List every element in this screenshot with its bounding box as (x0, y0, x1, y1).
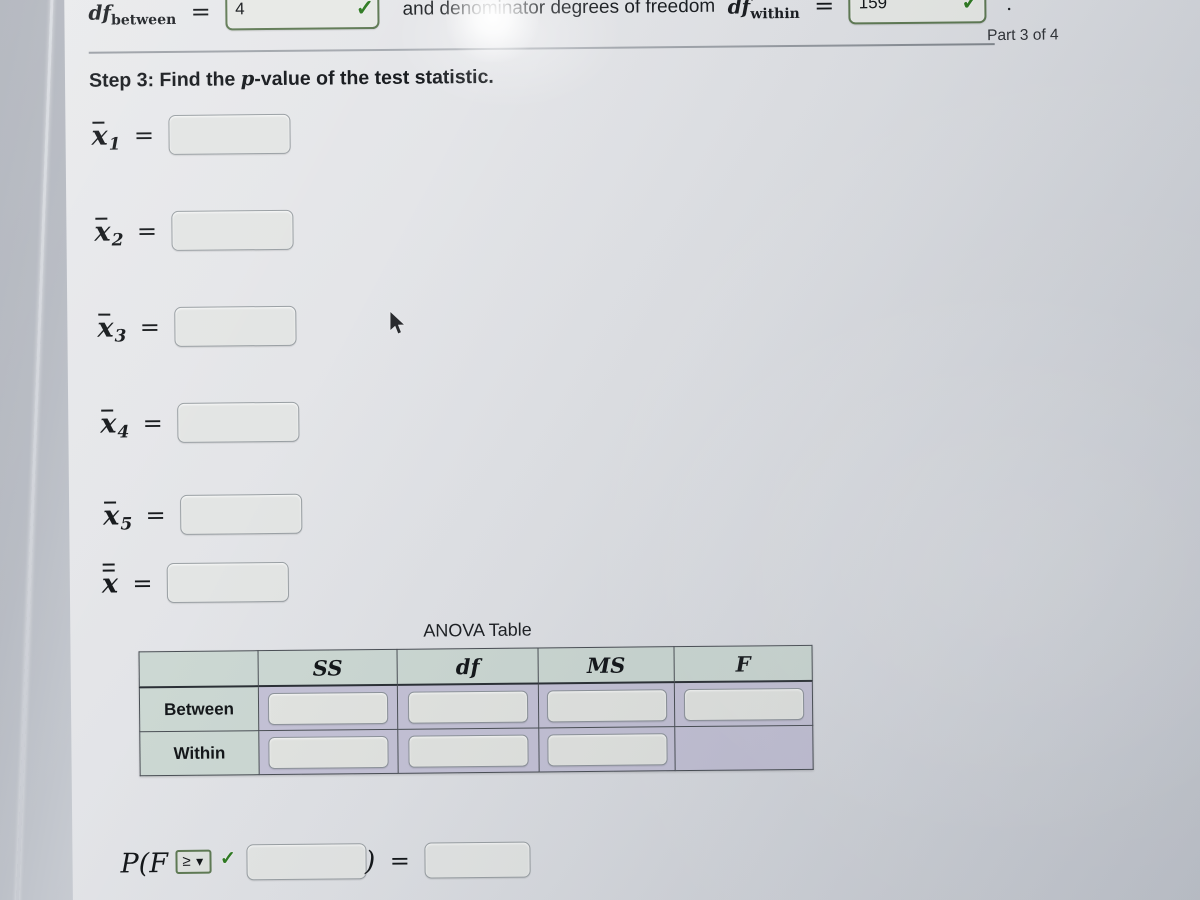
p-value-equals: = (389, 846, 411, 875)
grand-mean-row: x = (102, 561, 290, 604)
anova-input-within-ms[interactable] (546, 732, 668, 766)
mean-input-5[interactable] (179, 493, 303, 535)
table-row: Between (139, 680, 813, 732)
anova-table-body: Between Within (139, 680, 814, 776)
anova-input-between-ms[interactable] (546, 688, 667, 722)
anova-cell-within-ss (258, 729, 399, 775)
part-progress-label: Part 3 of 4 (987, 26, 1059, 45)
comparator-value: ≥ (182, 852, 191, 870)
grand-mean-symbol: x (102, 563, 118, 599)
mean-symbol-1: x1 (91, 120, 121, 155)
screen-surface: dfbetween = 4 ✓ and denominator degrees … (64, 0, 1200, 900)
page-content: dfbetween = 4 ✓ and denominator degrees … (64, 0, 1200, 900)
anova-cell-between-f (674, 680, 813, 727)
mean-row-5: x5 = (103, 493, 303, 536)
section-divider (88, 43, 995, 54)
mean-input-4[interactable] (177, 401, 300, 443)
anova-table-title: ANOVA Table (423, 619, 532, 641)
mean-symbol-5: x5 (103, 499, 133, 534)
anova-cell-between-df (397, 683, 539, 730)
df-between-symbol: dfbetween (88, 0, 177, 29)
anova-cell-within-f-empty (674, 725, 814, 771)
chevron-down-icon: ▼ (193, 854, 206, 869)
anova-input-between-df[interactable] (407, 690, 529, 724)
table-row: Within (139, 725, 814, 776)
mean-input-3[interactable] (174, 305, 297, 347)
screen-photo: dfbetween = 4 ✓ and denominator degrees … (0, 0, 1200, 900)
anova-row-label-within: Within (139, 730, 260, 776)
anova-input-between-ss[interactable] (267, 691, 389, 725)
mean-input-2[interactable] (171, 209, 294, 251)
anova-input-between-f[interactable] (683, 687, 804, 721)
mean-row-3: x3 = (97, 305, 297, 348)
step-title-prefix: Step 3: Find the (88, 68, 241, 92)
step-title-italic: p (240, 67, 255, 91)
mean-equals-2: = (136, 217, 158, 246)
mean-equals-3: = (139, 313, 161, 342)
anova-corner-header (139, 650, 259, 688)
mean-equals-4: = (142, 409, 163, 438)
mean-symbol-4: x4 (100, 408, 130, 443)
anova-header-ms: MS (537, 646, 675, 684)
mean-equals-5: = (145, 501, 166, 530)
anova-table: SS df MS F Between Within (139, 645, 814, 776)
mean-equals-1: = (133, 121, 155, 150)
anova-table-section: ANOVA Table SS df MS F Between Within (139, 620, 814, 776)
comparator-select[interactable]: ≥ ▼ (175, 849, 212, 874)
denominator-text: and denominator degrees of freedom (402, 0, 716, 20)
anova-cell-within-df (397, 727, 540, 774)
df-within-symbol: dfwithin (727, 0, 800, 23)
anova-header-df: df (396, 647, 539, 685)
p-value-statistic-input[interactable] (246, 843, 367, 881)
df-within-equals: = (814, 0, 835, 20)
anova-header-ss: SS (258, 649, 398, 687)
anova-header-f: F (673, 645, 813, 683)
p-value-prefix: P(F (120, 847, 169, 879)
df-between-check-icon: ✓ (355, 0, 375, 21)
step-title: Step 3: Find the p-value of the test sta… (89, 65, 494, 93)
grand-mean-equals: = (132, 569, 153, 598)
comparator-check-icon: ✓ (219, 848, 236, 870)
df-within-check-icon: ✓ (961, 0, 980, 15)
df-within-input-value: 159 (858, 0, 888, 13)
p-value-result-input[interactable] (424, 841, 531, 879)
mean-row-1: x1 = (91, 113, 291, 156)
mean-input-1[interactable] (168, 113, 291, 156)
anova-input-within-ss[interactable] (268, 735, 389, 769)
trailing-period: . (1005, 0, 1013, 15)
grand-mean-input[interactable] (166, 561, 290, 604)
df-between-input-value: 4 (235, 0, 245, 19)
anova-cell-between-ms (538, 682, 675, 728)
mean-symbol-3: x3 (97, 312, 127, 347)
anova-input-within-df[interactable] (408, 734, 529, 768)
p-value-close-paren: ) (364, 845, 376, 877)
p-value-row: P(F ≥ ▼ ✓ ) = (120, 841, 531, 882)
mean-symbol-2: x2 (94, 216, 124, 251)
df-between-equals: = (190, 0, 211, 26)
anova-cell-within-ms (538, 726, 676, 772)
anova-cell-between-ss (258, 684, 398, 731)
anova-row-label-between: Between (139, 686, 259, 732)
step-title-suffix: -value of the test statistic. (254, 65, 494, 91)
mean-row-2: x2 = (94, 209, 294, 252)
mean-row-4: x4 = (100, 401, 300, 444)
